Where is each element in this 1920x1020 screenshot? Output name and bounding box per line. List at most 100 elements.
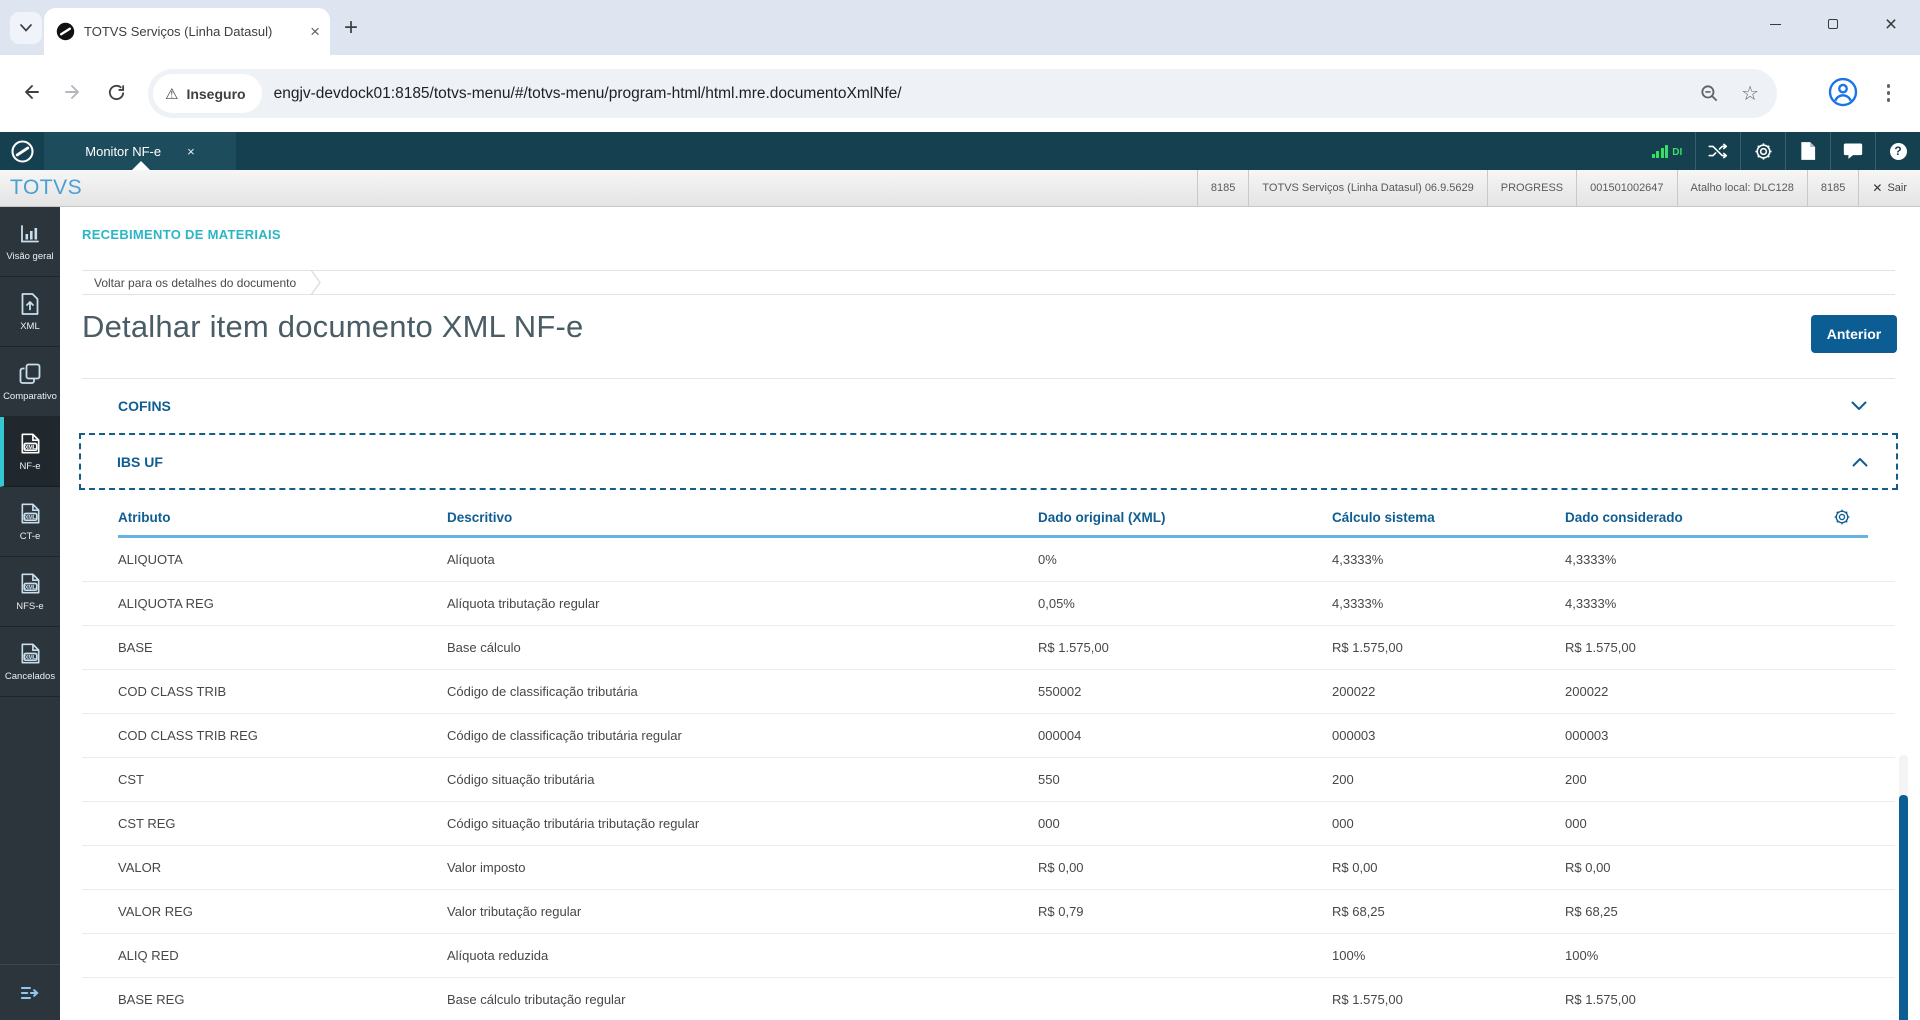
sidebar-item-label: Cancelados xyxy=(4,671,56,682)
table-cell: 0,05% xyxy=(1038,596,1075,611)
section-cofins[interactable]: COFINS xyxy=(82,378,1895,433)
shuffle-button[interactable] xyxy=(1695,132,1740,170)
url-text[interactable]: engjv-devdock01:8185/totvs-menu/#/totvs-… xyxy=(274,85,1700,103)
table-row: ALIQUOTA Alíquota 0% 4,3333% 4,3333% xyxy=(82,538,1895,582)
section-ibs-uf[interactable]: IBS UF xyxy=(79,433,1898,490)
xml-upload-icon xyxy=(21,292,39,315)
table-cell: 200 xyxy=(1332,772,1354,787)
table-settings-button[interactable] xyxy=(1833,508,1851,531)
accordion-sections: COFINS IBS UF Atributo Descritivo Dado ori… xyxy=(79,378,1898,1020)
table-cell: Código de classificação tributária regul… xyxy=(447,728,682,743)
xml-document-icon: XML xyxy=(21,643,39,664)
column-header: Dado considerado xyxy=(1565,510,1683,525)
document-icon xyxy=(1801,142,1816,160)
table-cell: COD CLASS TRIB xyxy=(118,684,227,699)
sidebar-item-visao-geral[interactable]: Visão geral xyxy=(0,207,60,277)
sidebar-item-comparativo[interactable]: Comparativo xyxy=(0,347,60,417)
table-row: VALOR REG Valor tributação regular R$ 0,79… xyxy=(82,890,1895,934)
app-top-bar: Monitor NF-e × DI ? xyxy=(0,132,1920,170)
previous-button[interactable]: Anterior xyxy=(1811,315,1897,353)
table-cell: 550 xyxy=(1038,772,1060,787)
profile-button[interactable] xyxy=(1828,77,1858,112)
table-cell: CST REG xyxy=(118,816,176,831)
documents-compare-icon xyxy=(19,363,41,384)
sidebar-item-xml[interactable]: XML xyxy=(0,277,60,347)
help-icon: ? xyxy=(1889,142,1907,160)
help-button[interactable]: ? xyxy=(1875,132,1920,170)
window-close-button[interactable]: × xyxy=(1862,0,1920,48)
table-cell: 550002 xyxy=(1038,684,1082,699)
tab-close-icon[interactable]: × xyxy=(310,23,320,40)
sidebar-item-nfe[interactable]: XML NF-e xyxy=(0,417,60,487)
sidebar-footer xyxy=(0,964,60,1020)
table-cell: 100% xyxy=(1332,948,1366,963)
column-header: Descritivo xyxy=(447,510,513,525)
section-label: COFINS xyxy=(118,398,171,414)
sidebar-item-label: Comparativo xyxy=(3,390,57,402)
table-row: ALIQ RED Alíquota reduzida 100% 100% xyxy=(82,934,1895,978)
column-header: Dado original (XML) xyxy=(1038,510,1166,525)
sidebar-expand-button[interactable] xyxy=(19,984,41,1002)
tab-search-button[interactable] xyxy=(10,12,42,44)
table-row: COD CLASS TRIB REG Código de classificaçã… xyxy=(82,714,1895,758)
totvs-wordmark: TOTVS xyxy=(10,176,83,199)
table-cell: 0% xyxy=(1038,552,1057,567)
xml-document-icon: XML xyxy=(21,503,39,524)
window-minimize-button[interactable] xyxy=(1746,0,1804,48)
totvs-logo-icon[interactable] xyxy=(0,132,44,170)
browser-reload-button[interactable] xyxy=(99,75,133,109)
session-info-cell: 8185 xyxy=(1806,170,1858,206)
table-cell: R$ 1.575,00 xyxy=(1038,640,1109,655)
browser-menu-button[interactable] xyxy=(1881,78,1897,108)
svg-text:XML: XML xyxy=(24,655,36,661)
app-tab-close-icon[interactable]: × xyxy=(187,144,195,159)
chat-button[interactable] xyxy=(1830,132,1875,170)
sidebar-item-cancelados[interactable]: XML Cancelados xyxy=(0,627,60,697)
omnibox-right-icons: ☆ xyxy=(1700,81,1759,106)
page-title: Detalhar item documento XML NF-e xyxy=(82,309,584,344)
browser-back-button[interactable] xyxy=(14,75,48,109)
browser-forward-button[interactable] xyxy=(56,75,90,109)
table-cell: ALIQUOTA xyxy=(118,552,183,567)
app-bar-icons: DI ? xyxy=(1639,132,1920,170)
scrollbar-thumb[interactable] xyxy=(1899,795,1908,1020)
new-tab-button[interactable]: + xyxy=(344,15,358,41)
breadcrumb-chevron-icon xyxy=(310,270,321,295)
address-bar[interactable]: ⚠ Inseguro engjv-devdock01:8185/totvs-me… xyxy=(148,69,1777,118)
logout-x-icon: ✕ xyxy=(1872,181,1883,195)
table-cell: R$ 1.575,00 xyxy=(1565,992,1636,1007)
table-cell: BASE xyxy=(118,640,153,655)
session-info-cell: TOTVS Serviços (Linha Datasul) 06.9.5629 xyxy=(1248,170,1486,206)
table-row: BASE Base cálculo R$ 1.575,00 R$ 1.575,00 R$… xyxy=(82,626,1895,670)
session-info-cell: 8185 xyxy=(1196,170,1248,206)
column-header: Cálculo sistema xyxy=(1332,510,1435,525)
attributes-table: Atributo Descritivo Dado original (XML) Cál… xyxy=(82,490,1895,1020)
browser-tab[interactable]: TOTVS Serviços (Linha Datasul) × xyxy=(44,8,330,55)
table-cell: 200022 xyxy=(1565,684,1609,699)
document-button[interactable] xyxy=(1785,132,1830,170)
logout-button[interactable]: ✕ Sair xyxy=(1858,170,1920,206)
zoom-out-icon[interactable] xyxy=(1700,84,1719,103)
gear-icon xyxy=(1834,509,1850,525)
sidebar-item-label: NF-e xyxy=(19,461,41,472)
svg-text:XML: XML xyxy=(24,515,36,521)
table-cell: VALOR REG xyxy=(118,904,193,919)
table-row: ALIQUOTA REG Alíquota tributação regular 0… xyxy=(82,582,1895,626)
chat-icon xyxy=(1843,143,1863,159)
close-icon: × xyxy=(1884,12,1898,36)
table-cell: 100% xyxy=(1565,948,1599,963)
security-chip[interactable]: ⚠ Inseguro xyxy=(153,74,262,113)
window-controls: × xyxy=(1746,0,1920,48)
breadcrumb-back-link[interactable]: Voltar para os detalhes do documento xyxy=(82,276,296,290)
bookmark-star-icon[interactable]: ☆ xyxy=(1741,81,1759,106)
profile-icon xyxy=(1828,77,1858,107)
table-cell: R$ 0,79 xyxy=(1038,904,1084,919)
sidebar-item-cte[interactable]: XML CT-e xyxy=(0,487,60,557)
settings-button[interactable] xyxy=(1740,132,1785,170)
sidebar-item-nfse[interactable]: XML NFS-e xyxy=(0,557,60,627)
window-restore-button[interactable] xyxy=(1804,0,1862,48)
connection-status-indicator[interactable]: DI xyxy=(1639,132,1695,170)
app-header: TOTVS 8185 TOTVS Serviços (Linha Datasul… xyxy=(0,170,1920,207)
table-cell: R$ 68,25 xyxy=(1565,904,1618,919)
table-row: BASE REG Base cálculo tributação regular R… xyxy=(82,978,1895,1020)
